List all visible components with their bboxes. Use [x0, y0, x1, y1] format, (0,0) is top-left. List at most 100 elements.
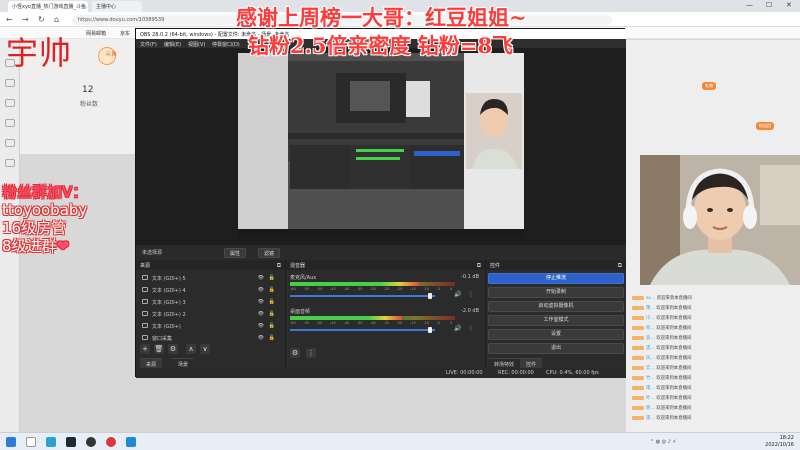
- volume-slider[interactable]: [290, 327, 435, 333]
- forward-icon[interactable]: →: [22, 15, 29, 24]
- chat-user[interactable]: 风…: [646, 356, 655, 361]
- chat-user[interactable]: 云…: [646, 366, 655, 371]
- channel-menu-icon[interactable]: ⋮: [468, 291, 474, 298]
- source-item[interactable]: 文本 (GDI+) 👁 🔓: [140, 320, 278, 332]
- preview-canvas[interactable]: [238, 53, 524, 239]
- filters-button[interactable]: 滤镜: [258, 248, 281, 258]
- slider-knob[interactable]: [428, 327, 432, 333]
- chat-user[interactable]: 明…: [646, 406, 655, 411]
- nav-game-icon[interactable]: [5, 119, 15, 127]
- lock-icon[interactable]: 🔓: [269, 335, 275, 341]
- chat-message: 明… 欢迎来到本直播间: [632, 405, 691, 411]
- settings-button[interactable]: 设置: [488, 329, 624, 340]
- fan-badge: [632, 335, 644, 340]
- popout-icon[interactable]: ⧉: [277, 262, 281, 270]
- source-item[interactable]: 窗口采集 👁 🔓: [140, 332, 278, 344]
- menu-docks[interactable]: 停靠窗口(D): [212, 41, 240, 48]
- visibility-icon[interactable]: 👁: [258, 323, 264, 329]
- chat-user[interactable]: 冷…: [646, 316, 655, 321]
- chat-user[interactable]: 萧…: [646, 306, 655, 311]
- chat-user[interactable]: 浪…: [646, 336, 655, 341]
- start-recording-button[interactable]: 开始录制: [488, 287, 624, 298]
- speaker-icon[interactable]: 🔊: [454, 291, 461, 298]
- move-up-button[interactable]: ∧: [186, 344, 196, 354]
- minimize-icon[interactable]: —: [746, 1, 753, 9]
- edge-icon[interactable]: [46, 437, 56, 447]
- scale-tick: -20: [396, 287, 403, 291]
- slider-knob[interactable]: [428, 293, 432, 299]
- remove-source-button[interactable]: 🗑: [154, 344, 164, 354]
- lock-icon[interactable]: 🔓: [269, 275, 275, 281]
- refresh-icon[interactable]: ↻: [38, 15, 45, 24]
- chat-user[interactable]: sx…: [646, 296, 655, 301]
- nav-video-icon[interactable]: [5, 99, 15, 107]
- close-icon[interactable]: ✕: [786, 1, 792, 9]
- windows-start-icon[interactable]: [6, 437, 16, 447]
- tray-icons[interactable]: ⌃ ◍ ◎ ♪ ⚡: [650, 439, 676, 445]
- tab-transitions[interactable]: 转场特效: [488, 358, 521, 368]
- visibility-icon[interactable]: 👁: [258, 335, 264, 341]
- gift-tag[interactable]: 礼物: [702, 82, 716, 90]
- chrome-icon[interactable]: [106, 437, 116, 447]
- browser-icon[interactable]: [126, 437, 136, 447]
- popout-icon[interactable]: ⧉: [618, 262, 622, 270]
- back-icon[interactable]: ←: [6, 15, 13, 24]
- source-item[interactable]: 文本 (GDI+) 2 👁 🔓: [140, 308, 278, 320]
- home-icon[interactable]: ⌂: [54, 15, 59, 24]
- chat-user[interactable]: 黑…: [646, 346, 655, 351]
- volume-slider[interactable]: [290, 293, 435, 299]
- nav-more-icon[interactable]: [5, 159, 15, 167]
- source-item[interactable]: 文本 (GDI+) 5 👁 🔓: [140, 272, 278, 284]
- browser-tab-2[interactable]: 主播中心: [92, 1, 142, 12]
- mixer-settings-button[interactable]: ⚙: [290, 348, 300, 358]
- start-virtual-camera-button[interactable]: 启动虚拟摄像机: [488, 301, 624, 312]
- studio-mode-button[interactable]: 工作室模式: [488, 315, 624, 326]
- tab-scenes[interactable]: 场景: [172, 358, 195, 368]
- chat-user[interactable]: 竹…: [646, 376, 655, 381]
- stop-streaming-button[interactable]: 停止推流: [488, 273, 624, 284]
- fan-badge: [632, 315, 644, 320]
- source-settings-button[interactable]: ⚙: [168, 344, 178, 354]
- sources-header: 来源 ⧉: [136, 260, 285, 270]
- lock-icon[interactable]: 🔓: [269, 323, 275, 329]
- source-item[interactable]: 文本 (GDI+) 3 👁 🔓: [140, 296, 278, 308]
- bookmark-1[interactable]: 网易邮箱: [86, 30, 106, 37]
- add-source-button[interactable]: +: [140, 344, 150, 354]
- menu-file[interactable]: 文件(F): [140, 41, 157, 48]
- fan-tag[interactable]: 粉丝团: [756, 122, 774, 130]
- menu-edit[interactable]: 编辑(E): [164, 41, 181, 48]
- visibility-icon[interactable]: 👁: [258, 287, 264, 293]
- maximize-icon[interactable]: ☐: [766, 1, 772, 9]
- source-item[interactable]: 文本 (GDI+) 4 👁 🔓: [140, 284, 278, 296]
- obs-icon[interactable]: [86, 437, 96, 447]
- chat-user[interactable]: 阿…: [646, 326, 655, 331]
- mixer-menu-button[interactable]: ⋮: [306, 348, 316, 358]
- chat-user[interactable]: 叶…: [646, 396, 655, 401]
- lock-icon[interactable]: 🔓: [269, 287, 275, 293]
- bookmark-2[interactable]: 京东: [120, 30, 130, 37]
- visibility-icon[interactable]: 👁: [258, 311, 264, 317]
- nav-yuba-icon[interactable]: [5, 139, 15, 147]
- menu-view[interactable]: 视图(V): [188, 41, 205, 48]
- search-icon[interactable]: [26, 437, 36, 447]
- speaker-icon[interactable]: 🔊: [454, 325, 461, 332]
- tab-controls[interactable]: 控件: [520, 358, 543, 368]
- exit-button[interactable]: 退出: [488, 343, 624, 354]
- channel-menu-icon[interactable]: ⋮: [468, 325, 474, 332]
- chat-user[interactable]: 夜…: [646, 416, 655, 421]
- move-down-button[interactable]: ∨: [200, 344, 210, 354]
- properties-button[interactable]: 属性: [224, 248, 247, 258]
- visibility-icon[interactable]: 👁: [258, 299, 264, 305]
- chat-user[interactable]: 雨…: [646, 386, 655, 391]
- clock[interactable]: 18:22 2022/10/16: [765, 435, 794, 449]
- tab-sources[interactable]: 来源: [140, 358, 163, 368]
- steam-icon[interactable]: [66, 437, 76, 447]
- nav-live-icon[interactable]: [5, 79, 15, 87]
- popout-icon[interactable]: ⧉: [477, 262, 481, 270]
- source-label: 文本 (GDI+): [152, 324, 181, 330]
- browser-tab-active[interactable]: 小怪xyo直播_热门游戏直播_斗鱼...: [8, 1, 88, 12]
- lock-icon[interactable]: 🔓: [269, 311, 275, 317]
- lock-icon[interactable]: 🔓: [269, 299, 275, 305]
- scale-tick: -30: [370, 321, 376, 325]
- visibility-icon[interactable]: 👁: [258, 275, 264, 281]
